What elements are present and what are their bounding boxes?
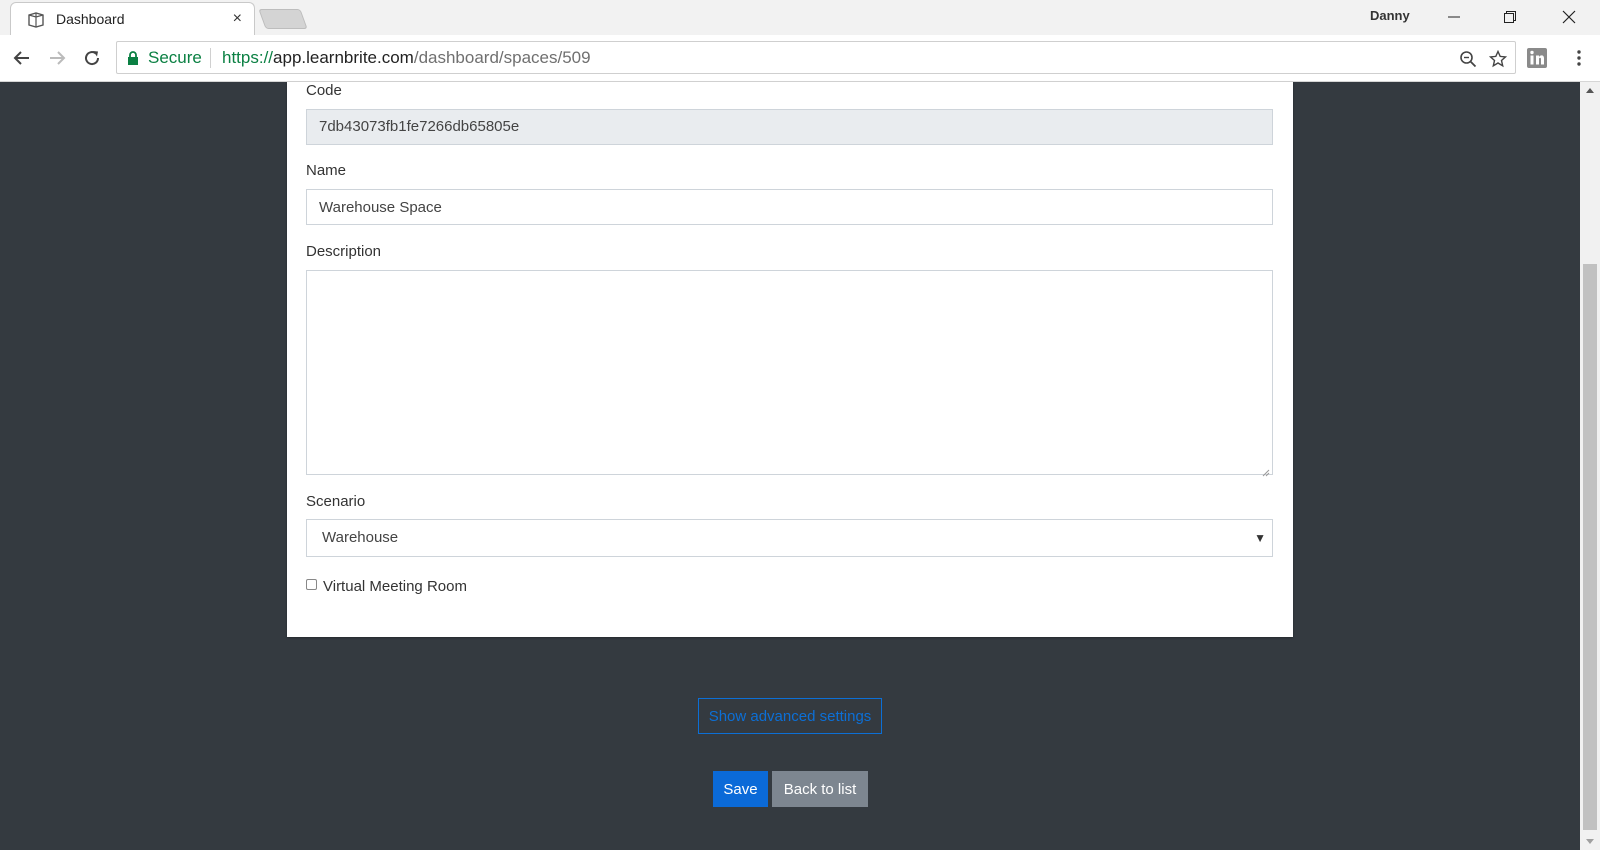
back-to-list-button[interactable]: Back to list [772,771,868,807]
back-arrow-icon[interactable] [7,43,37,73]
scenario-label: Scenario [306,493,366,510]
browser-titlebar: Dashboard × Danny [0,0,1600,36]
name-label: Name [306,162,347,179]
scenario-selected-value: Warehouse [322,529,399,546]
scroll-down-arrow-icon[interactable] [1580,834,1600,850]
chevron-down-icon: ▼ [1254,531,1266,545]
forward-arrow-icon[interactable] [42,43,72,73]
description-label: Description [306,243,382,260]
restore-icon[interactable] [1487,3,1533,31]
url-host: app.learnbrite.com [273,48,414,67]
omnibox-divider [210,48,211,68]
scenario-select[interactable]: Warehouse ▼ [306,519,1273,557]
minimize-icon[interactable] [1431,3,1477,31]
url-scheme: https:// [222,48,274,67]
description-textarea[interactable] [306,270,1273,475]
more-menu-icon[interactable] [1570,47,1588,69]
space-form-card: Code 7db43073fb1fe7266db65805e Name Desc… [287,82,1293,637]
linkedin-extension-icon[interactable] [1526,47,1548,69]
new-tab-button[interactable] [258,9,308,29]
address-bar[interactable]: Secure https://app.learnbrite.com/dashbo… [116,41,1516,74]
url-path: /dashboard/spaces/509 [413,48,591,67]
virtual-meeting-room-label[interactable]: Virtual Meeting Room [323,578,467,595]
page-scrollbar[interactable] [1580,82,1600,850]
tab-title: Dashboard [56,11,125,27]
url-text[interactable]: https://app.learnbrite.com/dashboard/spa… [222,48,591,68]
code-field: 7db43073fb1fe7266db65805e [306,109,1273,145]
code-label: Code [306,82,342,99]
textarea-resize-icon[interactable] [1262,464,1270,477]
show-advanced-settings-button[interactable]: Show advanced settings [698,698,882,734]
virtual-meeting-room-checkbox[interactable] [306,578,317,590]
profile-name[interactable]: Danny [1370,8,1410,23]
browser-tab[interactable]: Dashboard × [10,2,255,36]
reload-icon[interactable] [77,43,107,73]
virtual-meeting-room-option[interactable]: Virtual Meeting Room [306,576,467,596]
browser-toolbar: Secure https://app.learnbrite.com/dashbo… [0,35,1600,82]
save-button[interactable]: Save [713,771,768,807]
zoom-icon[interactable] [1457,48,1479,70]
secure-label: Secure [148,48,202,67]
lock-icon [127,51,139,70]
name-input[interactable] [306,189,1273,225]
learnbrite-favicon-icon [27,12,45,28]
scroll-thumb[interactable] [1583,264,1597,830]
close-window-icon[interactable] [1546,3,1592,31]
tab-close-icon[interactable]: × [233,10,242,28]
scroll-up-arrow-icon[interactable] [1580,82,1600,98]
bookmark-star-icon[interactable] [1487,48,1509,70]
